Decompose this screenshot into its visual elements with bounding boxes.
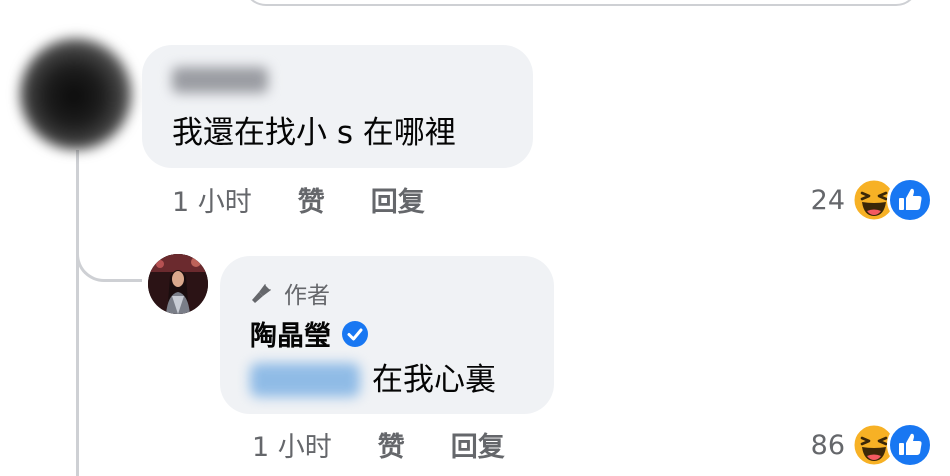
reply-author: 陶晶瑩 (250, 314, 369, 353)
author-badge: 作者 (250, 276, 330, 310)
verified-badge-icon (342, 320, 368, 347)
comment-actions: 1 小时 赞 回复 (172, 180, 471, 219)
reaction-count: 24 (810, 184, 845, 216)
reply-actions: 1 小时 赞 回复 (252, 425, 551, 464)
mention-tag-blurred[interactable] (250, 363, 360, 397)
comment-text: 我還在找小 s 在哪裡 (172, 115, 456, 151)
reply-timestamp[interactable]: 1 小时 (252, 425, 332, 464)
like-icon (887, 422, 933, 468)
author-badge-label: 作者 (284, 283, 330, 309)
reply-bubble: 作者 陶晶瑩 在我心裏 (220, 256, 554, 414)
reply-author-name[interactable]: 陶晶瑩 (250, 314, 331, 353)
reply-button[interactable]: 回复 (451, 425, 505, 464)
reply-text: 在我心裏 (372, 362, 496, 398)
commenter-avatar[interactable] (20, 38, 132, 150)
reply-body: 在我心裏 (250, 360, 496, 400)
thread-line (76, 150, 79, 476)
comment-reactions[interactable]: 24 (800, 177, 933, 223)
like-button[interactable]: 赞 (378, 425, 405, 464)
reply-reactions[interactable]: 86 (800, 422, 933, 468)
like-icon (887, 177, 933, 223)
commenter-name-blurred[interactable] (172, 67, 268, 93)
thread-connector (76, 220, 142, 282)
microphone-icon (252, 284, 271, 303)
author-avatar[interactable] (148, 254, 208, 314)
like-button[interactable]: 赞 (298, 180, 325, 219)
comment-bubble: 我還在找小 s 在哪裡 (142, 45, 533, 168)
reaction-count: 86 (810, 429, 845, 461)
previous-comment-box (243, 0, 919, 6)
reply-button[interactable]: 回复 (371, 180, 425, 219)
comment-timestamp[interactable]: 1 小时 (172, 180, 252, 219)
